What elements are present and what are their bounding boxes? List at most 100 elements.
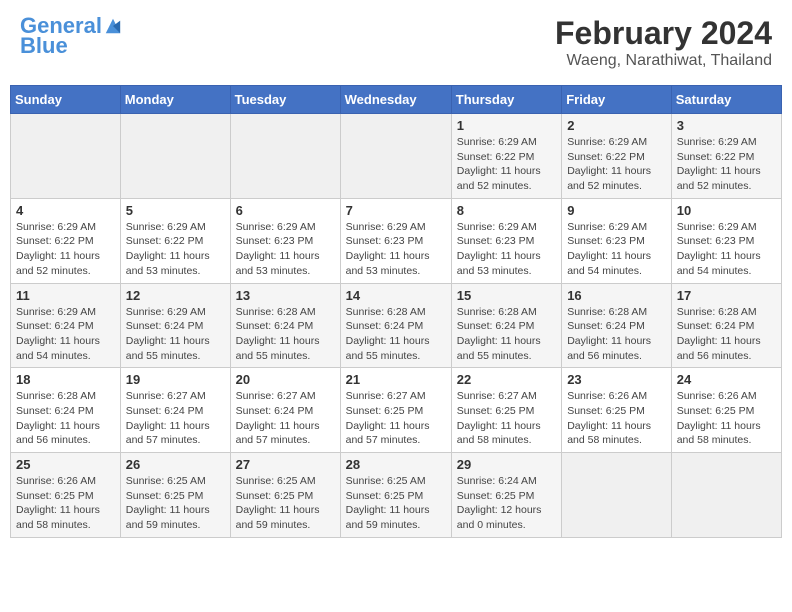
calendar-week-row: 4 Sunrise: 6:29 AMSunset: 6:22 PMDaylight… (11, 198, 782, 283)
day-number: 23 (567, 372, 666, 387)
day-number: 20 (236, 372, 335, 387)
day-number: 7 (346, 203, 446, 218)
calendar-day-cell: 13 Sunrise: 6:28 AMSunset: 6:24 PMDayligh… (230, 283, 340, 368)
calendar-day-cell: 28 Sunrise: 6:25 AMSunset: 6:25 PMDayligh… (340, 453, 451, 538)
day-number: 19 (126, 372, 225, 387)
day-of-week-header: Tuesday (230, 86, 340, 114)
calendar-day-cell: 4 Sunrise: 6:29 AMSunset: 6:22 PMDaylight… (11, 198, 121, 283)
day-number: 9 (567, 203, 666, 218)
calendar-day-cell: 18 Sunrise: 6:28 AMSunset: 6:24 PMDayligh… (11, 368, 121, 453)
day-info: Sunrise: 6:29 AMSunset: 6:22 PMDaylight:… (457, 135, 556, 194)
day-info: Sunrise: 6:29 AMSunset: 6:23 PMDaylight:… (567, 220, 666, 279)
day-number: 8 (457, 203, 556, 218)
calendar-day-cell (11, 114, 121, 199)
calendar-table: SundayMondayTuesdayWednesdayThursdayFrid… (10, 85, 782, 538)
day-info: Sunrise: 6:26 AMSunset: 6:25 PMDaylight:… (677, 389, 776, 448)
calendar-week-row: 25Sunrise: 6:26 AMSunset: 6:25 PMDayligh… (11, 453, 782, 538)
day-info: Sunrise: 6:27 AMSunset: 6:24 PMDaylight:… (126, 389, 225, 448)
day-info: Sunrise: 6:29 AMSunset: 6:22 PMDaylight:… (677, 135, 776, 194)
day-number: 5 (126, 203, 225, 218)
day-number: 16 (567, 288, 666, 303)
day-number: 21 (346, 372, 446, 387)
day-number: 26 (126, 457, 225, 472)
calendar-day-cell: 26 Sunrise: 6:25 AMSunset: 6:25 PMDayligh… (120, 453, 230, 538)
calendar-day-cell: 12Sunrise: 6:29 AMSunset: 6:24 PMDayligh… (120, 283, 230, 368)
day-info: Sunrise: 6:27 AMSunset: 6:25 PMDaylight:… (457, 389, 556, 448)
day-of-week-header: Sunday (11, 86, 121, 114)
day-number: 28 (346, 457, 446, 472)
day-number: 12 (126, 288, 225, 303)
day-number: 1 (457, 118, 556, 133)
calendar-header-row: SundayMondayTuesdayWednesdayThursdayFrid… (11, 86, 782, 114)
day-number: 14 (346, 288, 446, 303)
title-block: February 2024 Waeng, Narathiwat, Thailan… (555, 15, 772, 70)
logo-icon (104, 17, 122, 35)
calendar-day-cell: 5 Sunrise: 6:29 AMSunset: 6:22 PMDaylight… (120, 198, 230, 283)
day-info: Sunrise: 6:27 AMSunset: 6:24 PMDaylight:… (236, 389, 335, 448)
calendar-day-cell: 3Sunrise: 6:29 AMSunset: 6:22 PMDaylight… (671, 114, 781, 199)
day-number: 18 (16, 372, 115, 387)
calendar-day-cell: 17 Sunrise: 6:28 AMSunset: 6:24 PMDayligh… (671, 283, 781, 368)
day-number: 4 (16, 203, 115, 218)
calendar-day-cell: 10 Sunrise: 6:29 AMSunset: 6:23 PMDayligh… (671, 198, 781, 283)
calendar-day-cell: 23 Sunrise: 6:26 AMSunset: 6:25 PMDayligh… (562, 368, 672, 453)
calendar-day-cell: 16 Sunrise: 6:28 AMSunset: 6:24 PMDayligh… (562, 283, 672, 368)
day-info: Sunrise: 6:29 AMSunset: 6:23 PMDaylight:… (346, 220, 446, 279)
day-info: Sunrise: 6:28 AMSunset: 6:24 PMDaylight:… (16, 389, 115, 448)
day-number: 17 (677, 288, 776, 303)
day-info: Sunrise: 6:29 AMSunset: 6:22 PMDaylight:… (567, 135, 666, 194)
calendar-day-cell: 19 Sunrise: 6:27 AMSunset: 6:24 PMDayligh… (120, 368, 230, 453)
day-info: Sunrise: 6:29 AMSunset: 6:23 PMDaylight:… (677, 220, 776, 279)
calendar-day-cell: 25Sunrise: 6:26 AMSunset: 6:25 PMDayligh… (11, 453, 121, 538)
calendar-day-cell: 20 Sunrise: 6:27 AMSunset: 6:24 PMDayligh… (230, 368, 340, 453)
day-info: Sunrise: 6:29 AMSunset: 6:22 PMDaylight:… (16, 220, 115, 279)
day-number: 29 (457, 457, 556, 472)
calendar-day-cell: 24Sunrise: 6:26 AMSunset: 6:25 PMDayligh… (671, 368, 781, 453)
day-number: 15 (457, 288, 556, 303)
day-of-week-header: Thursday (451, 86, 561, 114)
day-of-week-header: Saturday (671, 86, 781, 114)
day-number: 11 (16, 288, 115, 303)
day-info: Sunrise: 6:29 AMSunset: 6:24 PMDaylight:… (16, 305, 115, 364)
calendar-day-cell (120, 114, 230, 199)
day-info: Sunrise: 6:28 AMSunset: 6:24 PMDaylight:… (457, 305, 556, 364)
day-info: Sunrise: 6:24 AMSunset: 6:25 PMDaylight:… (457, 474, 556, 533)
calendar-day-cell: 11 Sunrise: 6:29 AMSunset: 6:24 PMDayligh… (11, 283, 121, 368)
calendar-week-row: 11 Sunrise: 6:29 AMSunset: 6:24 PMDayligh… (11, 283, 782, 368)
day-of-week-header: Monday (120, 86, 230, 114)
day-info: Sunrise: 6:25 AMSunset: 6:25 PMDaylight:… (346, 474, 446, 533)
day-info: Sunrise: 6:27 AMSunset: 6:25 PMDaylight:… (346, 389, 446, 448)
day-info: Sunrise: 6:29 AMSunset: 6:23 PMDaylight:… (457, 220, 556, 279)
calendar-week-row: 1 Sunrise: 6:29 AMSunset: 6:22 PMDaylight… (11, 114, 782, 199)
calendar-day-cell: 8 Sunrise: 6:29 AMSunset: 6:23 PMDaylight… (451, 198, 561, 283)
day-number: 13 (236, 288, 335, 303)
calendar-day-cell: 27 Sunrise: 6:25 AMSunset: 6:25 PMDayligh… (230, 453, 340, 538)
day-number: 22 (457, 372, 556, 387)
day-info: Sunrise: 6:26 AMSunset: 6:25 PMDaylight:… (567, 389, 666, 448)
calendar-day-cell (562, 453, 672, 538)
calendar-week-row: 18 Sunrise: 6:28 AMSunset: 6:24 PMDayligh… (11, 368, 782, 453)
calendar-day-cell: 21 Sunrise: 6:27 AMSunset: 6:25 PMDayligh… (340, 368, 451, 453)
calendar-day-cell: 2 Sunrise: 6:29 AMSunset: 6:22 PMDaylight… (562, 114, 672, 199)
day-info: Sunrise: 6:28 AMSunset: 6:24 PMDaylight:… (677, 305, 776, 364)
day-info: Sunrise: 6:25 AMSunset: 6:25 PMDaylight:… (236, 474, 335, 533)
day-info: Sunrise: 6:28 AMSunset: 6:24 PMDaylight:… (567, 305, 666, 364)
calendar-day-cell: 6Sunrise: 6:29 AMSunset: 6:23 PMDaylight… (230, 198, 340, 283)
page-header: General Blue February 2024 Waeng, Narath… (10, 10, 782, 75)
calendar-day-cell (230, 114, 340, 199)
day-info: Sunrise: 6:28 AMSunset: 6:24 PMDaylight:… (236, 305, 335, 364)
calendar-day-cell (340, 114, 451, 199)
day-number: 2 (567, 118, 666, 133)
location-title: Waeng, Narathiwat, Thailand (555, 52, 772, 70)
day-number: 10 (677, 203, 776, 218)
day-info: Sunrise: 6:28 AMSunset: 6:24 PMDaylight:… (346, 305, 446, 364)
calendar-day-cell: 22 Sunrise: 6:27 AMSunset: 6:25 PMDayligh… (451, 368, 561, 453)
calendar-day-cell: 1 Sunrise: 6:29 AMSunset: 6:22 PMDaylight… (451, 114, 561, 199)
day-number: 25 (16, 457, 115, 472)
day-info: Sunrise: 6:29 AMSunset: 6:23 PMDaylight:… (236, 220, 335, 279)
day-number: 27 (236, 457, 335, 472)
calendar-day-cell: 7 Sunrise: 6:29 AMSunset: 6:23 PMDaylight… (340, 198, 451, 283)
logo: General Blue (20, 15, 122, 59)
day-info: Sunrise: 6:29 AMSunset: 6:22 PMDaylight:… (126, 220, 225, 279)
day-info: Sunrise: 6:25 AMSunset: 6:25 PMDaylight:… (126, 474, 225, 533)
